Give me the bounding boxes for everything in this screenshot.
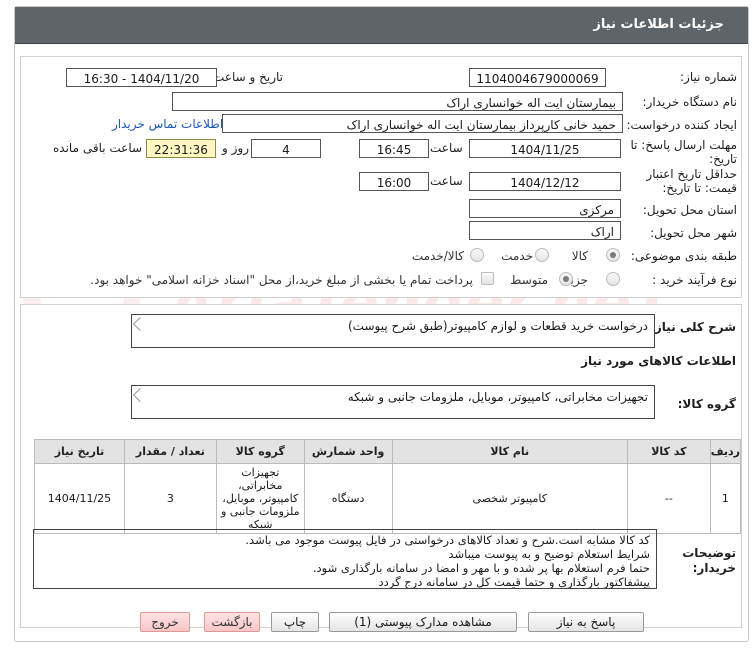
- contact-buyer-link[interactable]: اطلاعات تماس خریدار: [112, 117, 223, 131]
- view-attachments-button[interactable]: مشاهده مدارک پیوستی (1): [329, 612, 517, 632]
- col-header-quantity: تعداد / مقدار: [123, 439, 217, 464]
- buyer-note-line: پیشفاکتور بارگذاری و حتما قیمت کل در سام…: [378, 575, 651, 589]
- buyer-org-label: نام دستگاه خریدار:: [642, 95, 738, 109]
- cell-row-number: 1: [709, 463, 742, 534]
- category-option-goods: کالا: [571, 249, 588, 263]
- resize-grip-icon[interactable]: [132, 386, 146, 400]
- creator-field[interactable]: حمید خانی کارپرداز بیمارستان ایت اله خوا…: [222, 114, 623, 133]
- goods-group-text: تجهیزات مخابراتی، کامپیوتر، موبایل، ملزو…: [347, 390, 648, 404]
- reply-button[interactable]: پاسخ به نیاز: [528, 612, 644, 632]
- buyer-note-line: کد کالا مشابه است.شرح و تعداد کالاهای در…: [245, 533, 650, 547]
- resize-grip-icon[interactable]: [132, 315, 146, 329]
- cell-goods-name: کامپیوتر شخصی: [391, 463, 628, 534]
- table-row[interactable]: 1 -- کامپیوتر شخصی دستگاه تجهیزات مخابرا…: [34, 463, 742, 534]
- goods-group-field[interactable]: تجهیزات مخابراتی، کامپیوتر، موبایل، ملزو…: [131, 385, 655, 419]
- buyer-org-field[interactable]: بیمارستان ایت اله خوانساری اراک: [172, 92, 623, 111]
- process-radio-minor[interactable]: [606, 272, 620, 286]
- title-bar: جزئیات اطلاعات نیاز: [15, 7, 748, 44]
- province-label: استان محل تحویل:: [642, 203, 737, 217]
- city-label: شهر محل تحویل:: [650, 226, 737, 240]
- deadline-time-label: ساعت: [430, 141, 463, 155]
- need-number-label: شماره نیاز:: [680, 70, 737, 84]
- cell-unit: دستگاه: [303, 463, 393, 534]
- days-field[interactable]: 4: [251, 139, 321, 158]
- deadline-label-1: مهلت ارسال پاسخ: تا: [630, 138, 737, 152]
- category-radio-goods-service[interactable]: [470, 248, 484, 262]
- cell-goods-code: --: [626, 463, 711, 534]
- cell-quantity: 3: [123, 463, 217, 534]
- deadline-time-field[interactable]: 16:45: [359, 139, 429, 158]
- deadline-label-2: تاریخ:: [709, 152, 737, 166]
- cell-goods-group: تجهیزات مخابراتی، کامپیوتر، موبایل، ملزو…: [215, 463, 305, 534]
- category-option-service: خدمت: [501, 249, 533, 263]
- need-summary-field[interactable]: درخواست خرید قطعات و لوازم کامپیوتر(طبق …: [131, 314, 655, 348]
- exit-button[interactable]: خروج: [140, 612, 190, 632]
- process-radio-medium[interactable]: [559, 272, 573, 286]
- days-label: روز و: [222, 141, 249, 155]
- table-header-row: ردیف کد کالا نام کالا واحد شمارش گروه کا…: [34, 439, 742, 464]
- goods-info-title: اطلاعات کالاهای مورد نیاز: [581, 354, 736, 368]
- remaining-label: ساعت باقی مانده: [53, 141, 143, 155]
- treasury-payment-note: پرداخت تمام یا بخشی از مبلغ خرید،از محل …: [90, 273, 473, 287]
- col-header-unit: واحد شمارش: [303, 439, 393, 464]
- buyer-note-line: حتما فرم استعلام بها پر شده و با مهر و ا…: [312, 561, 650, 575]
- need-summary-text: درخواست خرید قطعات و لوازم کامپیوتر(طبق …: [348, 319, 648, 333]
- validity-time-field[interactable]: 16:00: [359, 172, 429, 191]
- creator-label: ایجاد کننده درخواست:: [626, 118, 737, 132]
- col-header-goods-name: نام کالا: [391, 439, 628, 464]
- province-field[interactable]: مرکزی: [469, 199, 621, 218]
- deadline-date-field[interactable]: 1404/11/25: [469, 139, 621, 158]
- city-field[interactable]: اراک: [469, 221, 621, 240]
- process-label: نوع فرآیند خرید :: [652, 273, 737, 287]
- buyer-notes-label-2: خریدار:: [692, 561, 736, 575]
- col-header-need-date: تاریخ نیاز: [34, 439, 125, 464]
- validity-label-2: قیمت: تا تاریخ:: [662, 181, 737, 195]
- buyer-notes-label-1: توضیحات: [682, 546, 736, 560]
- col-header-goods-group: گروه کالا: [215, 439, 305, 464]
- goods-table: ردیف کد کالا نام کالا واحد شمارش گروه کا…: [34, 439, 742, 534]
- buyer-notes-field[interactable]: کد کالا مشابه است.شرح و تعداد کالاهای در…: [33, 529, 657, 589]
- announce-field[interactable]: 1404/11/20 - 16:30: [66, 68, 217, 87]
- category-label: طبقه بندی موضوعی:: [630, 249, 737, 263]
- treasury-payment-checkbox[interactable]: [481, 272, 494, 285]
- validity-label-1: حداقل تاریخ اعتبار: [646, 167, 737, 181]
- category-radio-service[interactable]: [535, 248, 549, 262]
- validity-date-field[interactable]: 1404/12/12: [469, 172, 621, 191]
- buyer-note-line: شرایط استعلام توضیح و به پیوست میباشد: [448, 547, 650, 561]
- cell-need-date: 1404/11/25: [34, 463, 125, 534]
- category-option-goods-service: کالا/خدمت: [411, 249, 464, 263]
- need-summary-label: شرح کلی نیاز:: [650, 320, 736, 334]
- need-number-field[interactable]: 1104004679000069: [469, 68, 606, 87]
- page-title: جزئیات اطلاعات نیاز: [593, 17, 724, 32]
- goods-group-label: گروه کالا:: [677, 397, 736, 411]
- col-header-goods-code: کد کالا: [626, 439, 711, 464]
- category-radio-goods[interactable]: [606, 248, 620, 262]
- print-button[interactable]: چاپ: [271, 612, 319, 632]
- remaining-time-field: 22:31:36: [146, 139, 216, 158]
- back-button[interactable]: بازگشت: [204, 612, 260, 632]
- col-header-row-number: ردیف: [709, 439, 742, 464]
- validity-time-label: ساعت: [430, 174, 463, 188]
- process-option-medium: متوسط: [510, 273, 548, 287]
